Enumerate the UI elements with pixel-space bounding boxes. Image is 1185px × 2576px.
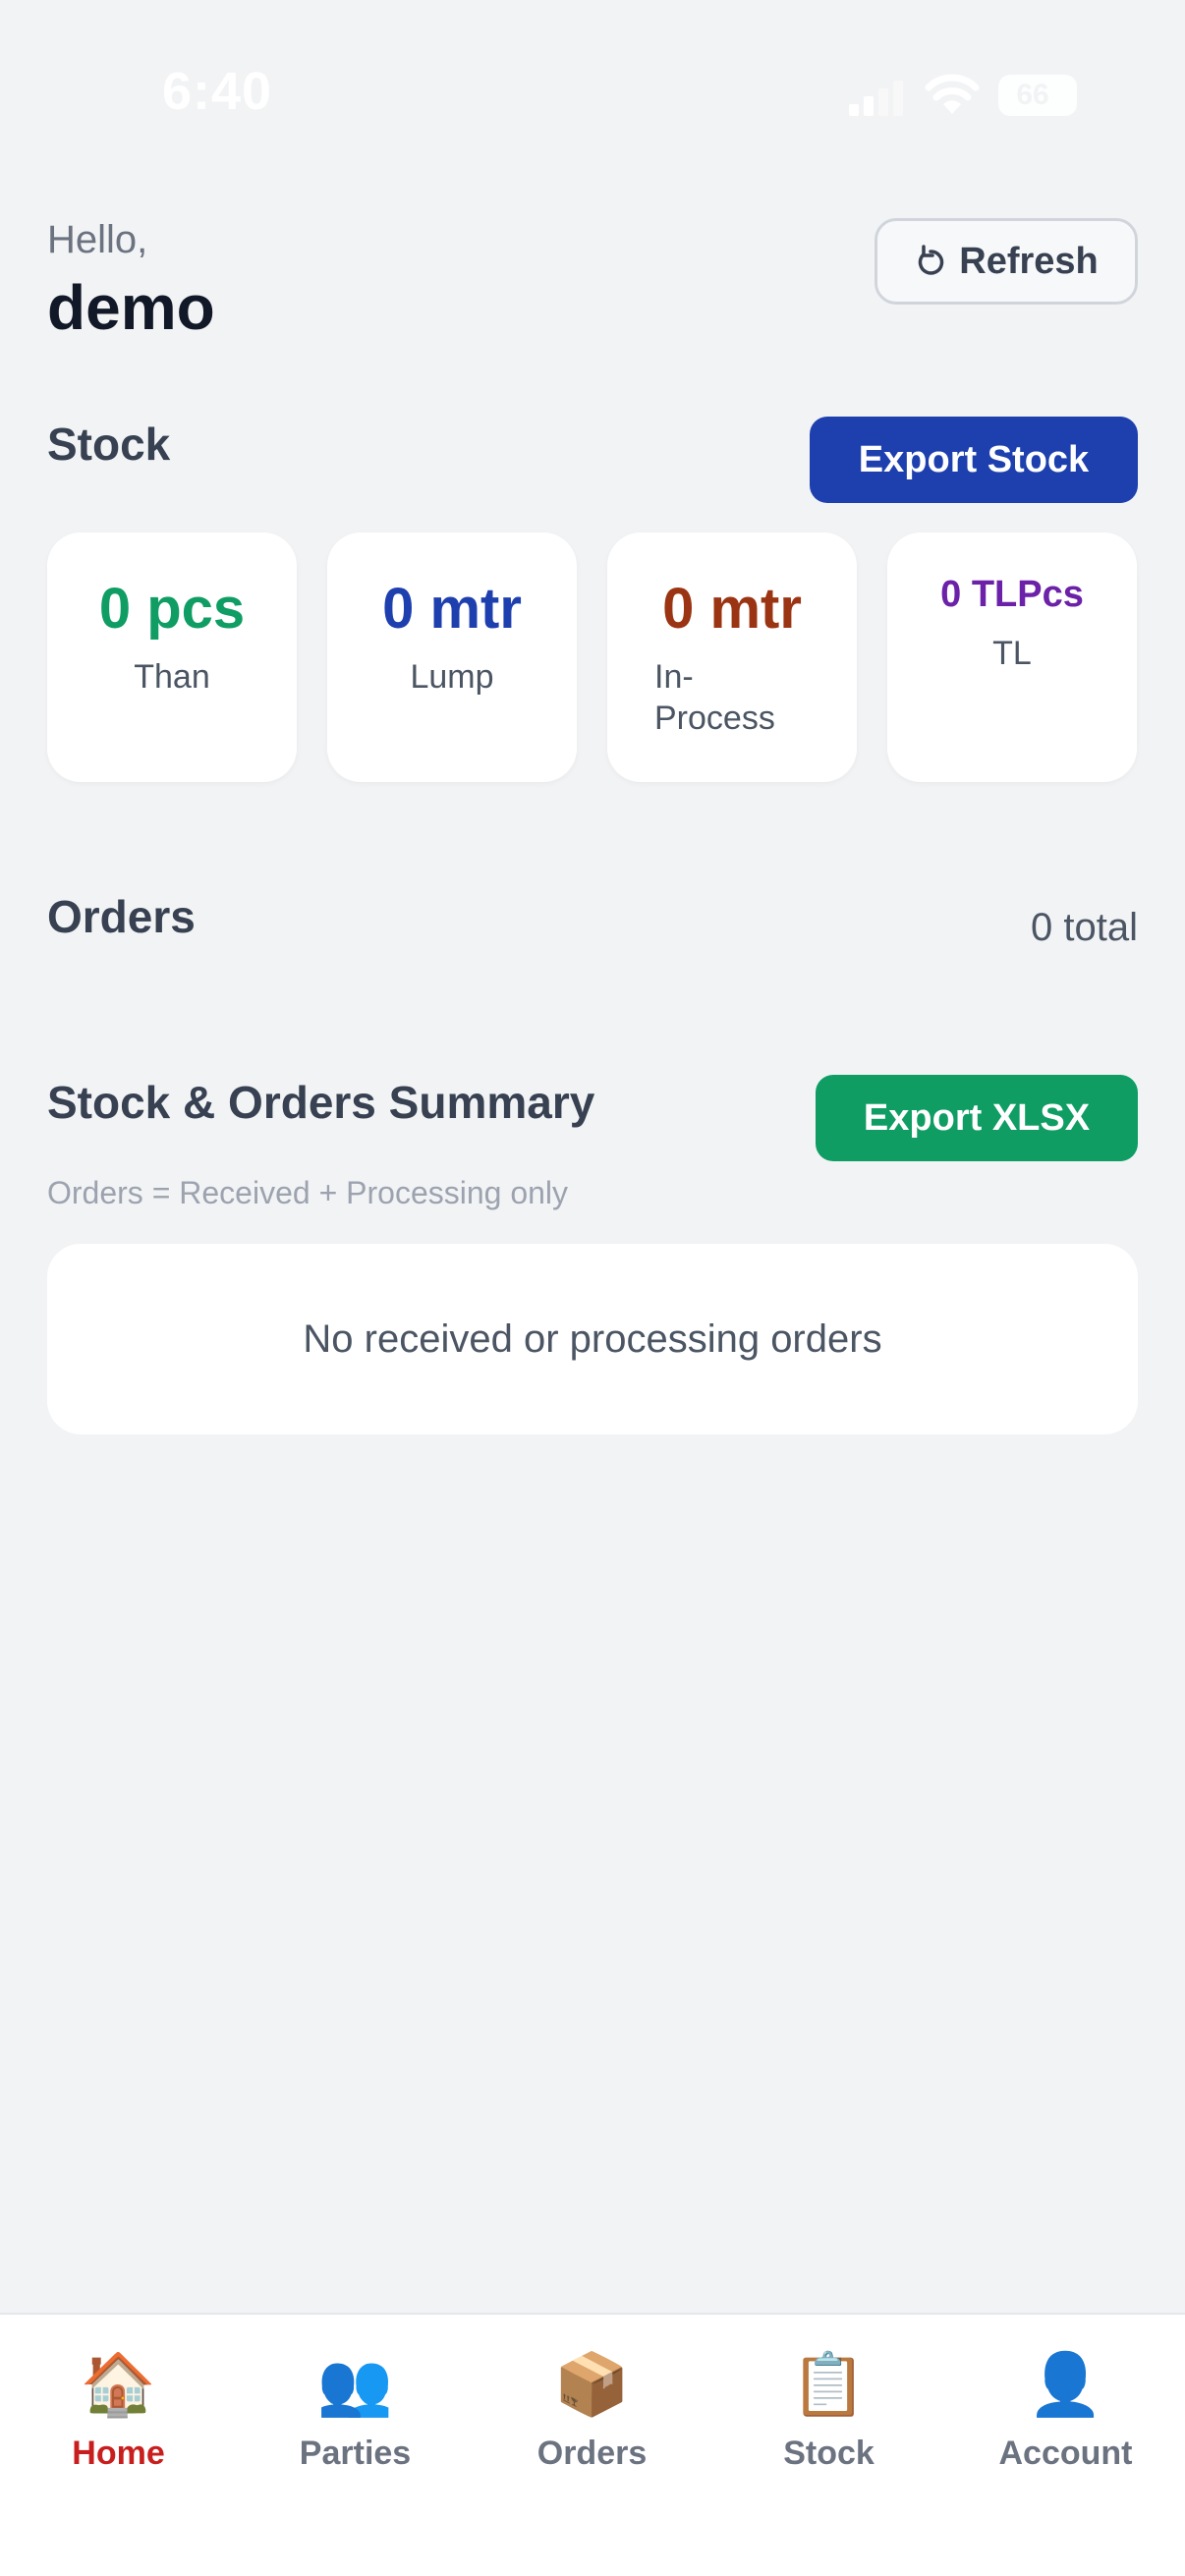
- stock-card-tl: 0 TLPcs TL: [887, 532, 1137, 782]
- refresh-icon: [919, 245, 944, 275]
- summary-empty-state: No received or processing orders: [47, 1244, 1138, 1434]
- tab-account-label: Account: [998, 2435, 1133, 2472]
- tab-home-label: Home: [72, 2435, 165, 2472]
- tl-value: 0 TLPcs: [940, 574, 1084, 615]
- greeting: Hello,: [47, 218, 148, 261]
- stock-card-lump: 0 mtr Lump: [327, 532, 577, 782]
- export-xlsx-button[interactable]: Export XLSX: [816, 1075, 1138, 1161]
- than-value: 0 pcs: [98, 577, 246, 641]
- cellular-signal-icon: [849, 81, 903, 116]
- empty-state-message: No received or processing orders: [303, 1316, 882, 1361]
- tab-home[interactable]: 🏠 Home: [0, 2350, 237, 2488]
- package-icon: 📦: [553, 2351, 631, 2419]
- status-time: 6:40: [162, 62, 273, 121]
- battery-level: 66: [1016, 79, 1049, 111]
- orders-section-title: Orders: [47, 891, 196, 942]
- orders-total: 0 total: [1031, 906, 1138, 949]
- tab-account[interactable]: 👤 Account: [947, 2350, 1184, 2488]
- stock-card-in-process: 0 mtr In-Process: [607, 532, 857, 782]
- tab-orders-label: Orders: [536, 2435, 648, 2472]
- tab-stock-label: Stock: [783, 2435, 875, 2472]
- stock-section-title: Stock: [47, 419, 171, 470]
- home-screen: 6:40 66 Hello, demo Refresh Stock Export…: [0, 0, 1185, 2576]
- stock-card-than: 0 pcs Than: [47, 532, 297, 782]
- in-process-label: In-Process: [654, 658, 775, 737]
- bottom-tab-bar: 🏠 Home 👥 Parties 📦 Orders 📋 Stock 👤 Acco…: [0, 2313, 1185, 2576]
- clipboard-icon: 📋: [790, 2351, 868, 2419]
- tl-label: TL: [992, 635, 1032, 672]
- tab-stock[interactable]: 📋 Stock: [710, 2350, 947, 2488]
- than-label: Than: [134, 658, 210, 696]
- wifi-icon: [925, 74, 980, 114]
- summary-note: Orders = Received + Processing only: [47, 1175, 569, 1210]
- tab-orders[interactable]: 📦 Orders: [474, 2350, 710, 2488]
- in-process-value: 0 mtr: [662, 577, 802, 641]
- tab-parties[interactable]: 👥 Parties: [237, 2350, 474, 2488]
- lump-label: Lump: [410, 658, 494, 696]
- home-icon: 🏠: [80, 2351, 157, 2419]
- refresh-button[interactable]: Refresh: [875, 218, 1138, 305]
- status-bar: 6:40 66: [0, 0, 1185, 196]
- lump-value: 0 mtr: [382, 577, 522, 641]
- person-icon: 👤: [1027, 2351, 1104, 2419]
- summary-section-title: Stock & Orders Summary: [47, 1077, 595, 1128]
- username: demo: [47, 272, 215, 343]
- refresh-label: Refresh: [959, 240, 1099, 282]
- people-icon: 👥: [316, 2351, 394, 2419]
- export-stock-button[interactable]: Export Stock: [810, 417, 1138, 503]
- tab-parties-label: Parties: [299, 2435, 412, 2472]
